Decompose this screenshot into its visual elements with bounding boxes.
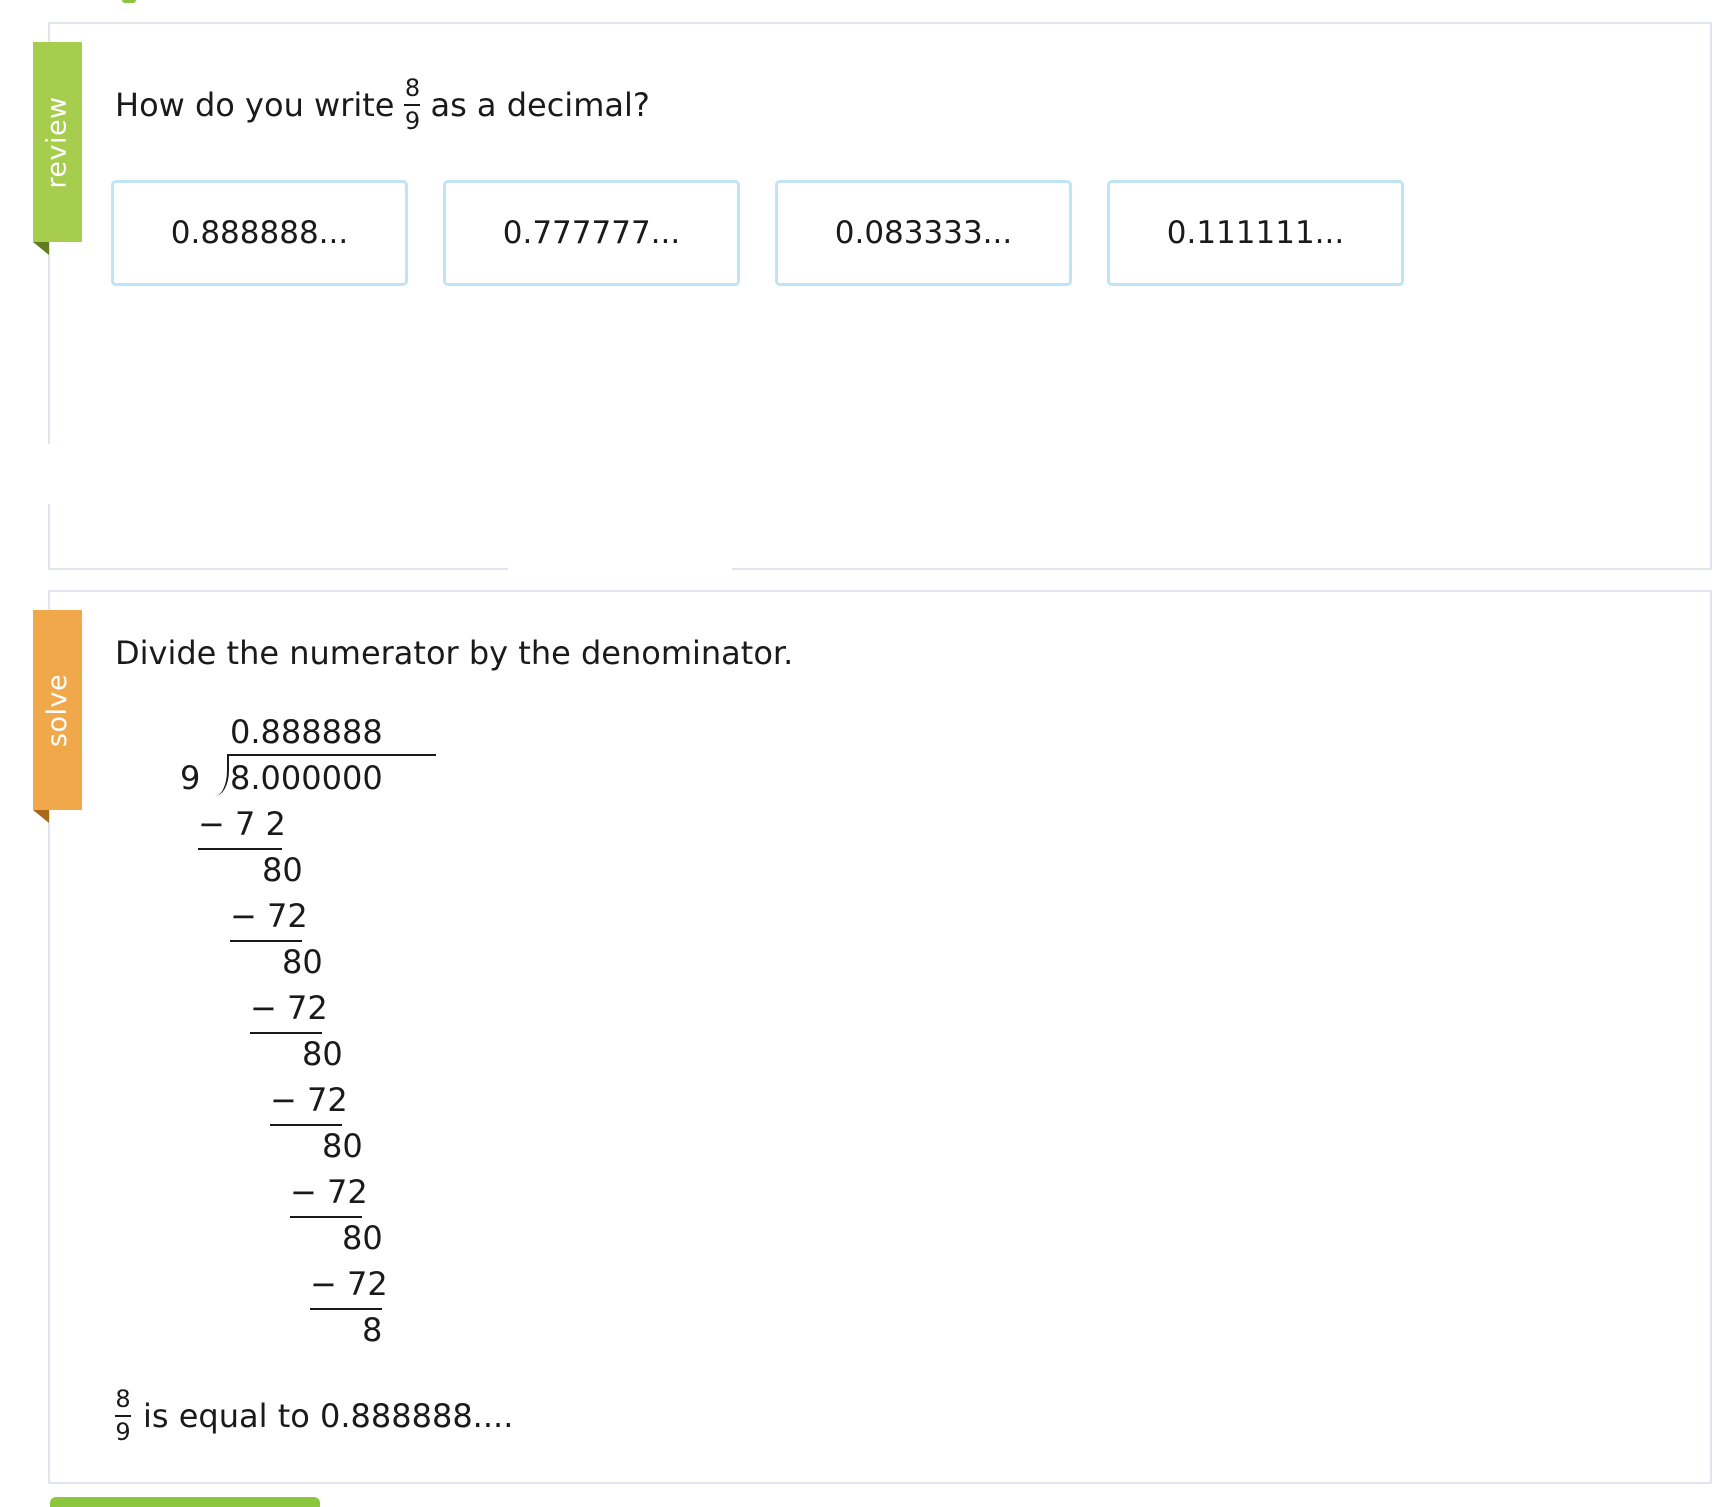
- question: How do you write 8 9 as a decimal?: [115, 76, 650, 133]
- solve-ribbon: solve: [33, 610, 82, 823]
- review-panel: review How do you write 8 9 as a decimal…: [33, 22, 1712, 571]
- answer-choice-2[interactable]: 0.777777...: [443, 180, 740, 286]
- subtrahend: − 7 2: [198, 805, 286, 843]
- quotient: 0.888888: [230, 713, 383, 751]
- question-suffix: as a decimal?: [430, 85, 650, 124]
- subtrahend: − 72: [250, 989, 328, 1027]
- solve-panel: solve Divide the numerator by the denomi…: [33, 590, 1712, 1484]
- answer-choice-4[interactable]: 0.111111...: [1107, 180, 1404, 286]
- question-fraction: 8 9: [404, 74, 421, 135]
- subtraction-line: [250, 1032, 322, 1034]
- divisor: 9: [180, 759, 201, 797]
- subtraction-line: [310, 1308, 382, 1310]
- remainder: 80: [302, 1035, 343, 1073]
- subtrahend: − 72: [230, 897, 308, 935]
- answer-choice-1[interactable]: 0.888888...: [111, 180, 408, 286]
- fraction-bar: [404, 104, 421, 106]
- fraction-denominator: 9: [404, 107, 421, 135]
- bottom-tab[interactable]: [50, 1497, 320, 1507]
- subtraction-line: [198, 848, 282, 850]
- remainder: 80: [322, 1127, 363, 1165]
- remainder: 80: [282, 943, 323, 981]
- subtraction-line: [270, 1124, 342, 1126]
- panel-gap: [508, 567, 732, 571]
- dividend: 8.000000: [230, 759, 383, 797]
- subtraction-line: [290, 1216, 362, 1218]
- question-prefix: How do you write: [115, 85, 395, 124]
- fraction-denominator: 9: [115, 1418, 131, 1446]
- answer-choice-3[interactable]: 0.083333...: [775, 180, 1072, 286]
- remainder: 8: [362, 1311, 383, 1349]
- remainder: 80: [262, 851, 303, 889]
- solve-instruction: Divide the numerator by the denominator.: [115, 634, 794, 672]
- panel-gap: [47, 444, 51, 504]
- fraction-numerator: 8: [404, 74, 421, 102]
- top-accent: [122, 0, 136, 3]
- conclusion-fraction: 8 9: [115, 1387, 131, 1444]
- division-bracket: [215, 754, 229, 796]
- fraction-numerator: 8: [115, 1385, 131, 1413]
- solve-ribbon-label: solve: [42, 673, 73, 747]
- remainder: 80: [342, 1219, 383, 1257]
- subtrahend: − 72: [290, 1173, 368, 1211]
- review-ribbon-label: review: [42, 95, 74, 189]
- conclusion-text: is equal to 0.888888....: [143, 1396, 514, 1435]
- fraction-bar: [115, 1415, 131, 1417]
- division-bar: [227, 754, 436, 756]
- subtrahend: − 72: [270, 1081, 348, 1119]
- subtraction-line: [230, 940, 302, 942]
- conclusion: 8 9 is equal to 0.888888....: [115, 1387, 513, 1444]
- subtrahend: − 72: [310, 1265, 388, 1303]
- review-ribbon: review: [33, 42, 82, 255]
